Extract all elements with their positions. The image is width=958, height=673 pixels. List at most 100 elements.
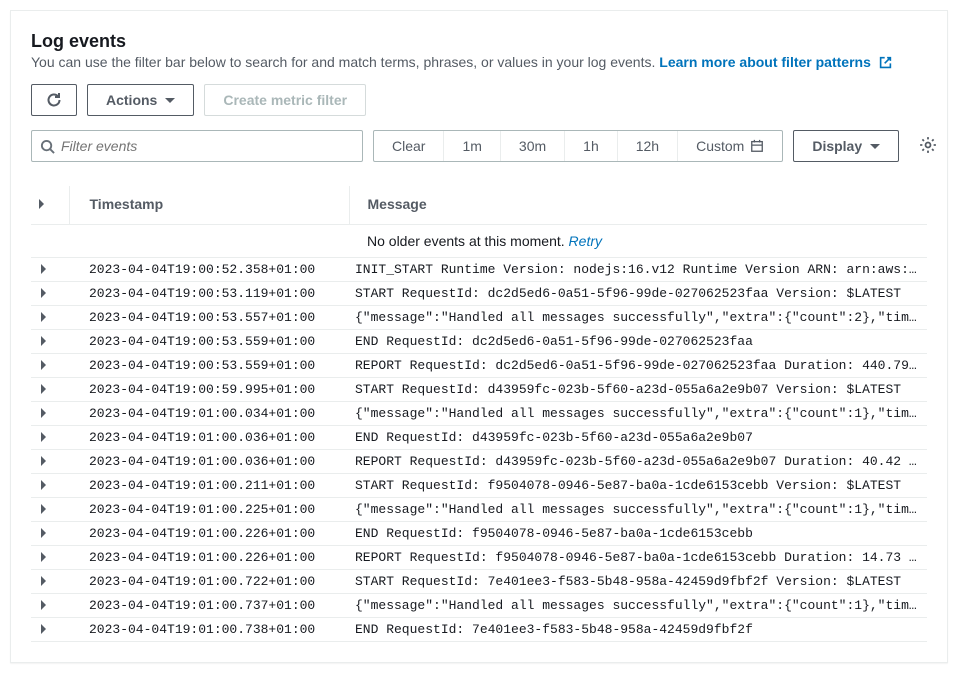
search-icon [40,139,55,154]
external-link-icon [879,56,892,69]
clear-time-button[interactable]: Clear [374,131,444,161]
table-row[interactable]: 2023-04-04T19:00:53.557+01:00{"message":… [31,306,927,330]
message-cell: START RequestId: d43959fc-023b-5f60-a23d… [349,378,927,402]
action-toolbar: Actions Create metric filter [31,84,927,116]
page-title: Log events [31,31,927,52]
time-30m-button[interactable]: 30m [501,131,565,161]
table-row[interactable]: 2023-04-04T19:00:53.119+01:00START Reque… [31,282,927,306]
timestamp-cell: 2023-04-04T19:00:52.358+01:00 [69,258,349,282]
triangle-right-icon [41,624,46,634]
time-1h-button[interactable]: 1h [565,131,618,161]
learn-more-text: Learn more about filter patterns [659,54,871,70]
triangle-right-icon [41,336,46,346]
expand-toggle[interactable] [31,450,69,474]
table-row[interactable]: 2023-04-04T19:01:00.225+01:00{"message":… [31,498,927,522]
message-cell: START RequestId: 7e401ee3-f583-5b48-958a… [349,570,927,594]
message-cell: {"message":"Handled all messages success… [349,594,927,618]
timestamp-cell: 2023-04-04T19:00:53.557+01:00 [69,306,349,330]
learn-more-link[interactable]: Learn more about filter patterns [659,54,891,70]
table-row[interactable]: 2023-04-04T19:01:00.226+01:00END Request… [31,522,927,546]
timestamp-cell: 2023-04-04T19:01:00.036+01:00 [69,450,349,474]
expand-toggle[interactable] [31,522,69,546]
table-row[interactable]: 2023-04-04T19:01:00.036+01:00REPORT Requ… [31,450,927,474]
triangle-right-icon [41,480,46,490]
create-metric-label: Create metric filter [223,92,347,108]
triangle-right-icon [39,199,44,209]
custom-label: Custom [696,138,744,154]
message-cell: END RequestId: 7e401ee3-f583-5b48-958a-4… [349,618,927,642]
create-metric-filter-button[interactable]: Create metric filter [204,84,366,116]
table-row[interactable]: 2023-04-04T19:00:52.358+01:00INIT_START … [31,258,927,282]
table-row[interactable]: 2023-04-04T19:01:00.226+01:00REPORT Requ… [31,546,927,570]
message-cell: END RequestId: d43959fc-023b-5f60-a23d-0… [349,426,927,450]
triangle-right-icon [41,384,46,394]
table-row[interactable]: 2023-04-04T19:00:53.559+01:00REPORT Requ… [31,354,927,378]
expand-toggle[interactable] [31,426,69,450]
display-button[interactable]: Display [793,130,899,162]
time-12h-button[interactable]: 12h [618,131,678,161]
log-events-panel: Log events You can use the filter bar be… [10,10,948,663]
timestamp-cell: 2023-04-04T19:01:00.225+01:00 [69,498,349,522]
chevron-down-icon [870,144,880,149]
search-input[interactable] [61,138,354,154]
time-1m-button[interactable]: 1m [444,131,500,161]
time-range-selector: Clear 1m 30m 1h 12h Custom [373,130,783,162]
table-row[interactable]: 2023-04-04T19:01:00.737+01:00{"message":… [31,594,927,618]
page-subtitle: You can use the filter bar below to sear… [31,54,927,70]
message-column-header[interactable]: Message [349,186,927,225]
expand-toggle[interactable] [31,546,69,570]
timestamp-cell: 2023-04-04T19:01:00.211+01:00 [69,474,349,498]
triangle-right-icon [41,456,46,466]
message-cell: {"message":"Handled all messages success… [349,402,927,426]
table-header-row: Timestamp Message [31,186,927,225]
table-row[interactable]: 2023-04-04T19:01:00.722+01:00START Reque… [31,570,927,594]
table-row[interactable]: 2023-04-04T19:01:00.036+01:00END Request… [31,426,927,450]
expand-column-header[interactable] [31,186,69,225]
expand-toggle[interactable] [31,498,69,522]
timestamp-cell: 2023-04-04T19:01:00.722+01:00 [69,570,349,594]
timestamp-column-header[interactable]: Timestamp [69,186,349,225]
table-row[interactable]: 2023-04-04T19:00:59.995+01:00START Reque… [31,378,927,402]
actions-button[interactable]: Actions [87,84,194,116]
message-cell: {"message":"Handled all messages success… [349,498,927,522]
message-cell: REPORT RequestId: f9504078-0946-5e87-ba0… [349,546,927,570]
settings-button[interactable] [919,136,937,157]
triangle-right-icon [41,312,46,322]
table-row[interactable]: 2023-04-04T19:00:53.559+01:00END Request… [31,330,927,354]
message-cell: REPORT RequestId: dc2d5ed6-0a51-5f96-99d… [349,354,927,378]
retry-link[interactable]: Retry [569,233,602,249]
table-row[interactable]: 2023-04-04T19:01:00.211+01:00START Reque… [31,474,927,498]
expand-toggle[interactable] [31,306,69,330]
message-cell: START RequestId: dc2d5ed6-0a51-5f96-99de… [349,282,927,306]
log-table: Timestamp Message No older events at thi… [31,186,927,642]
expand-toggle[interactable] [31,618,69,642]
expand-toggle[interactable] [31,402,69,426]
triangle-right-icon [41,600,46,610]
expand-toggle[interactable] [31,354,69,378]
triangle-right-icon [41,432,46,442]
refresh-icon [46,92,62,108]
table-row[interactable]: 2023-04-04T19:01:00.034+01:00{"message":… [31,402,927,426]
timestamp-cell: 2023-04-04T19:01:00.226+01:00 [69,522,349,546]
refresh-button[interactable] [31,84,77,116]
timestamp-cell: 2023-04-04T19:01:00.737+01:00 [69,594,349,618]
expand-toggle[interactable] [31,330,69,354]
message-cell: END RequestId: dc2d5ed6-0a51-5f96-99de-0… [349,330,927,354]
search-input-wrap[interactable] [31,130,363,162]
display-label: Display [812,138,862,154]
expand-toggle[interactable] [31,474,69,498]
expand-toggle[interactable] [31,570,69,594]
timestamp-cell: 2023-04-04T19:01:00.226+01:00 [69,546,349,570]
expand-toggle[interactable] [31,282,69,306]
expand-toggle[interactable] [31,594,69,618]
triangle-right-icon [41,288,46,298]
no-older-events-row: No older events at this moment. Retry [31,225,927,258]
triangle-right-icon [41,408,46,418]
expand-toggle[interactable] [31,258,69,282]
message-cell: START RequestId: f9504078-0946-5e87-ba0a… [349,474,927,498]
expand-toggle[interactable] [31,378,69,402]
timestamp-cell: 2023-04-04T19:00:59.995+01:00 [69,378,349,402]
time-custom-button[interactable]: Custom [678,131,782,161]
triangle-right-icon [41,528,46,538]
table-row[interactable]: 2023-04-04T19:01:00.738+01:00END Request… [31,618,927,642]
